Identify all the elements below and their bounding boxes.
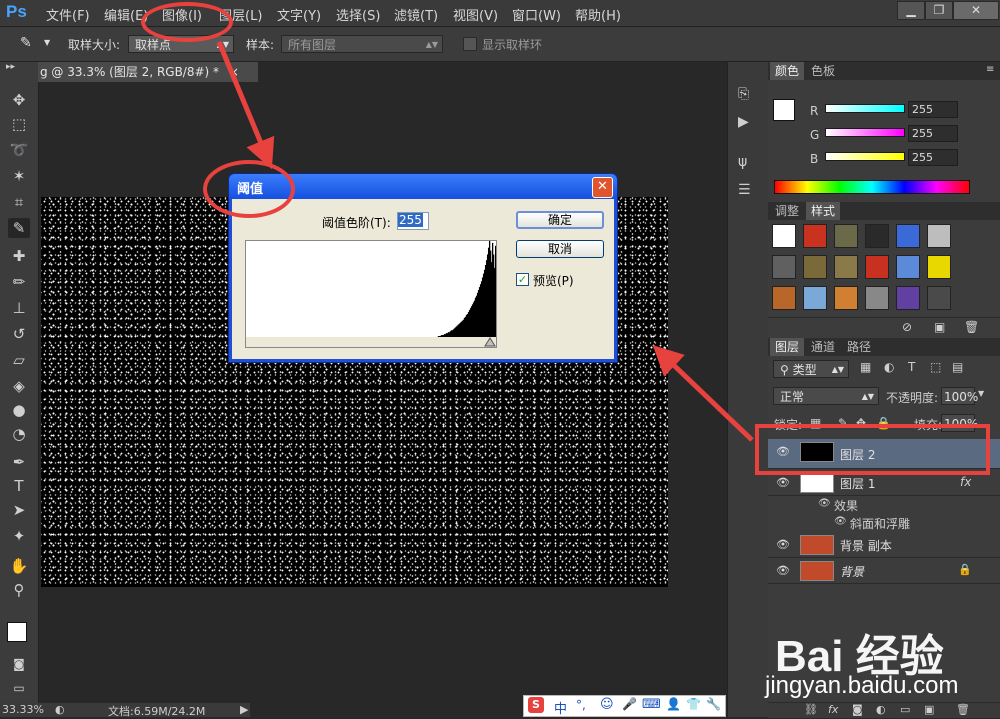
annotation-arrows [216, 41, 754, 442]
ime-user-icon[interactable]: 👤 [666, 697, 681, 711]
baidu-watermark-url: jingyan.baidu.com [765, 672, 959, 699]
ime-voice-icon[interactable]: 🎤 [622, 697, 637, 711]
ime-logo-icon[interactable]: S [528, 697, 544, 713]
ime-chinese-toggle[interactable]: 中 [554, 698, 567, 717]
annotation-arrow-2 [652, 345, 754, 442]
ime-skin-icon[interactable]: 👕 [686, 697, 701, 711]
ime-toolbar: S 中 °, ☺ 🎤 ⌨ 👤 👕 🔧 [523, 695, 726, 717]
annotation-arrow-1 [216, 41, 275, 170]
ime-keyboard-icon[interactable]: ⌨ [642, 697, 661, 712]
ime-punct-toggle[interactable]: °, [576, 698, 586, 712]
ime-tools-icon[interactable]: 🔧 [706, 697, 721, 711]
ime-emoji-icon[interactable]: ☺ [600, 697, 614, 712]
